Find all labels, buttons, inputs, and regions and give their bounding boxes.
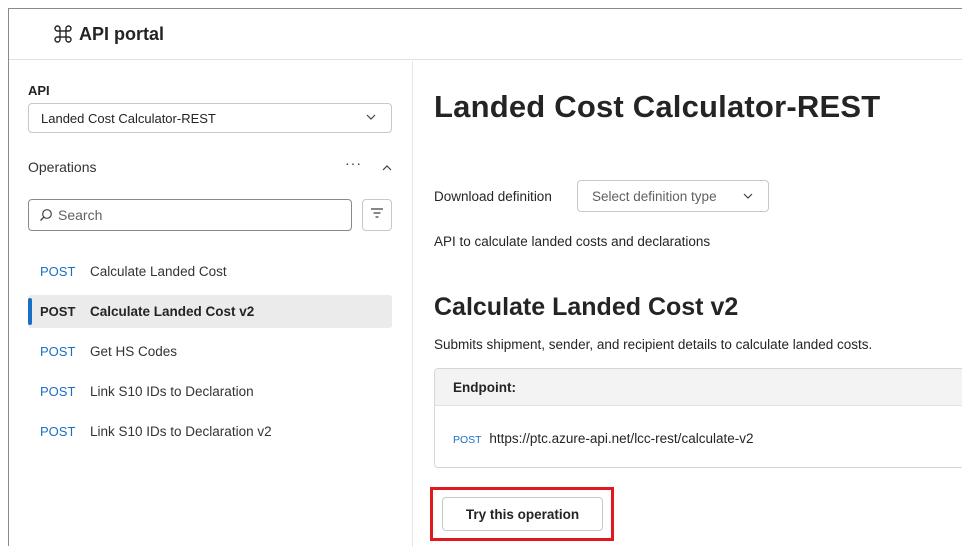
portal-title: API portal — [79, 23, 165, 44]
operations-label: Operations — [28, 159, 97, 175]
operation-name: Get HS Codes — [90, 344, 178, 359]
operation-name: Calculate Landed Cost v2 — [90, 304, 255, 319]
operation-name: Link S10 IDs to Declaration v2 — [90, 424, 272, 439]
filter-button[interactable] — [362, 199, 392, 231]
endpoint-row: POST https://ptc.azure-api.net/lcc-rest/… — [453, 431, 753, 446]
try-operation-button[interactable]: Try this operation — [442, 497, 603, 531]
definition-type-placeholder: Select definition type — [592, 188, 717, 204]
page-title: Landed Cost Calculator-REST — [434, 89, 881, 124]
chevron-up-icon[interactable] — [381, 161, 393, 179]
operations-list: POST Calculate Landed Cost POST Calculat… — [28, 255, 392, 455]
command-icon — [53, 24, 73, 44]
search-icon — [39, 208, 53, 222]
endpoint-url: https://ptc.azure-api.net/lcc-rest/calcu… — [489, 431, 754, 446]
operation-item-selected[interactable]: POST Calculate Landed Cost v2 — [28, 295, 392, 328]
search-input[interactable] — [58, 207, 338, 223]
endpoint-panel: Endpoint: POST https://ptc.azure-api.net… — [434, 368, 962, 468]
download-definition-label: Download definition — [434, 189, 552, 204]
operation-item[interactable]: POST Link S10 IDs to Declaration — [28, 375, 392, 408]
api-description: API to calculate landed costs and declar… — [434, 234, 711, 249]
more-options-icon[interactable]: ··· — [345, 155, 362, 171]
endpoint-label: Endpoint: — [435, 369, 962, 406]
portal-window: API portal API Landed Cost Calculator-RE… — [8, 8, 962, 547]
operation-item[interactable]: POST Calculate Landed Cost — [28, 255, 392, 288]
operation-method: POST — [40, 384, 76, 399]
chevron-down-icon — [365, 111, 377, 126]
operation-name: Calculate Landed Cost — [90, 264, 227, 279]
filter-icon — [370, 206, 384, 224]
chevron-down-icon — [742, 190, 754, 205]
definition-type-select[interactable]: Select definition type — [577, 180, 769, 212]
operation-method: POST — [40, 424, 76, 439]
operation-title: Calculate Landed Cost v2 — [434, 293, 739, 321]
operation-item[interactable]: POST Get HS Codes — [28, 335, 392, 368]
operation-description: Submits shipment, sender, and recipient … — [434, 337, 873, 352]
search-field[interactable] — [28, 199, 352, 231]
top-bar: API portal — [9, 9, 962, 60]
operation-item[interactable]: POST Link S10 IDs to Declaration v2 — [28, 415, 392, 448]
operation-method: POST — [40, 264, 76, 279]
api-label: API — [28, 83, 50, 98]
api-select-value: Landed Cost Calculator-REST — [41, 110, 216, 126]
operation-name: Link S10 IDs to Declaration — [90, 384, 254, 399]
operation-method: POST — [40, 344, 76, 359]
api-select[interactable]: Landed Cost Calculator-REST — [28, 103, 392, 133]
main-content: Landed Cost Calculator-REST Download def… — [414, 61, 962, 547]
operation-method: POST — [40, 304, 76, 319]
endpoint-method: POST — [453, 434, 482, 446]
sidebar: API Landed Cost Calculator-REST Operatio… — [9, 61, 413, 547]
